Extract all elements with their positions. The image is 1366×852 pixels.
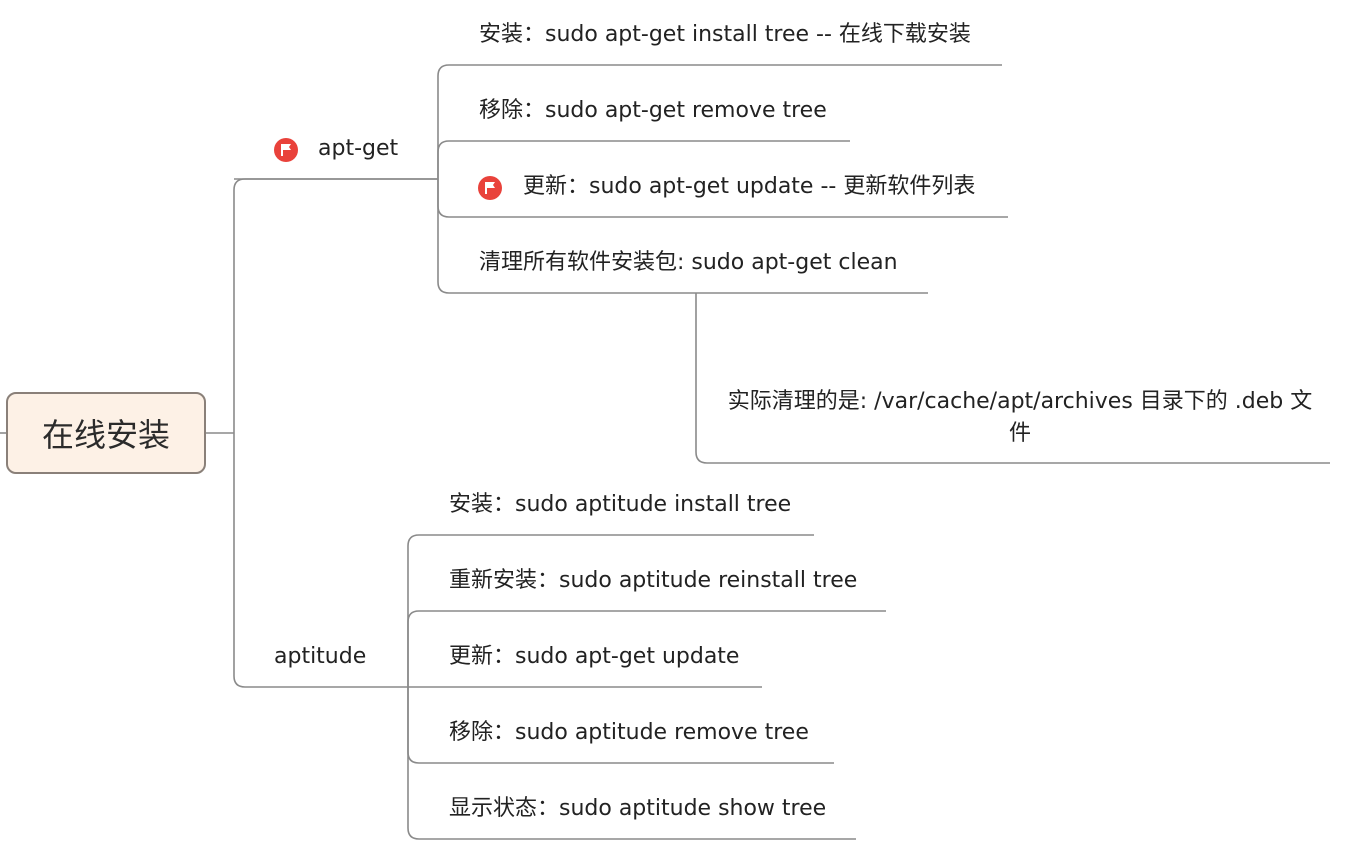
branch-aptitude[interactable]: aptitude xyxy=(274,642,366,672)
aptitude-install-item[interactable]: 安装：sudo aptitude install tree xyxy=(449,490,791,520)
aptitude-update-item[interactable]: 更新：sudo apt-get update xyxy=(449,642,739,672)
apt-get-clean-item[interactable]: 清理所有软件安装包: sudo apt-get clean xyxy=(479,248,898,278)
root-topic-label: 在线安装 xyxy=(41,416,170,454)
apt-get-clean-note[interactable]: 实际清理的是: /var/cache/apt/archives 目录下的 .de… xyxy=(720,386,1320,450)
apt-get-install-item[interactable]: 安装：sudo apt-get install tree -- 在线下载安装 xyxy=(479,20,971,50)
red-flag-icon xyxy=(478,176,502,200)
apt-get-update-item[interactable]: 更新：sudo apt-get update -- 更新软件列表 xyxy=(523,172,975,202)
apt-get-remove-item[interactable]: 移除：sudo apt-get remove tree xyxy=(479,96,827,126)
red-flag-icon xyxy=(274,138,298,162)
connector-root-apt-get xyxy=(233,178,438,433)
root-topic[interactable]: 在线安装 xyxy=(6,392,206,474)
aptitude-reinstall-item[interactable]: 重新安装：sudo aptitude reinstall tree xyxy=(449,566,857,596)
branch-apt-get[interactable]: apt-get xyxy=(318,134,398,164)
aptitude-show-item[interactable]: 显示状态：sudo aptitude show tree xyxy=(449,794,826,824)
aptitude-remove-item[interactable]: 移除：sudo aptitude remove tree xyxy=(449,718,809,748)
